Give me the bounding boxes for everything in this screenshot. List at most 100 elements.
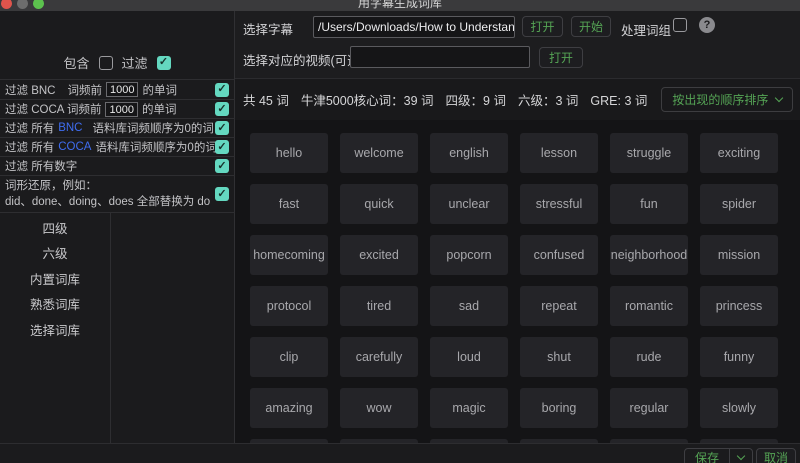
coca-zero-pre: 过滤 所有 (5, 142, 55, 154)
word-card[interactable]: rude (610, 337, 688, 377)
word-card[interactable]: sad (430, 286, 508, 326)
phrase-checkbox[interactable] (673, 18, 687, 32)
lemma-checkbox[interactable]: ✓ (215, 187, 229, 201)
word-card[interactable]: shut (520, 337, 598, 377)
bnc-link[interactable]: BNC (58, 122, 82, 134)
word-card[interactable]: fun (610, 184, 688, 224)
main-panel: 选择字幕 /Users/Downloads/How to Understan 打… (235, 11, 800, 443)
cet6-count: 六级：3 词 (517, 94, 579, 108)
word-card[interactable]: neighborhood (610, 235, 688, 275)
word-card[interactable]: funny (700, 337, 778, 377)
coca-freq-checkbox[interactable]: ✓ (215, 102, 229, 116)
word-card[interactable]: homecoming (250, 235, 328, 275)
word-grid: hello welcome english lesson struggle ex… (235, 120, 800, 443)
numbers-checkbox[interactable]: ✓ (215, 159, 229, 173)
word-card[interactable]: loud (430, 337, 508, 377)
bnc-freq-input[interactable]: 1000 (105, 82, 139, 97)
phrase-label: 处理词组 (621, 24, 672, 38)
filter-sidebar: 包含 过滤 ✓ 过滤 BNC 词频前 1000 的单词 ✓ 过滤 COCA 词频… (0, 11, 235, 443)
sidebar-item-select[interactable]: 选择词库 (0, 320, 110, 339)
coca-link[interactable]: COCA (58, 141, 91, 153)
open-subtitle-button[interactable]: 打开 (522, 16, 563, 37)
subtitle-label: 选择字幕 (243, 23, 294, 37)
save-label: 保存 (695, 450, 720, 463)
cancel-button[interactable]: 取消 (756, 448, 796, 463)
numbers-label: 过滤 所有数字 (5, 161, 78, 173)
filter-checkbox[interactable]: ✓ (156, 55, 171, 70)
word-card[interactable]: amazing (250, 388, 328, 428)
word-card[interactable]: welcome (340, 133, 418, 173)
bnc-zero-pre: 过滤 所有 (5, 123, 55, 135)
word-card[interactable]: spider (700, 184, 778, 224)
sort-order-dropdown[interactable]: 按出现的顺序排序 (661, 87, 794, 112)
filter-mode-row: 包含 过滤 ✓ (0, 53, 234, 72)
word-card[interactable]: quick (340, 184, 418, 224)
save-button[interactable]: 保存 (684, 448, 754, 463)
coca-freq-post: 的单词 (141, 104, 177, 116)
filter-row-coca-zero: 过滤 所有 COCA 语料库词频顺序为0的词 ✓ (0, 137, 235, 156)
coca-zero-checkbox[interactable]: ✓ (215, 140, 229, 154)
include-checkbox[interactable] (98, 55, 113, 70)
word-card[interactable]: tired (340, 286, 418, 326)
start-button[interactable]: 开始 (571, 16, 611, 37)
word-card[interactable]: fast (250, 184, 328, 224)
word-card[interactable]: exciting (700, 133, 778, 173)
coca-freq-input[interactable]: 1000 (105, 101, 138, 117)
word-card[interactable]: regular (610, 388, 688, 428)
bnc-freq-post: 的单词 (142, 84, 177, 97)
stats-bar: 共 45 词 牛津5000核心词：39 词 四级：9 词 六级：3 词 GRE:… (235, 79, 800, 120)
sidebar-item-known[interactable]: 熟悉词库 (0, 294, 110, 313)
bottom-bar: 保存 取消 (0, 443, 800, 463)
video-label: 选择对应的视频(可选) (243, 54, 364, 68)
chevron-down-icon (775, 93, 784, 103)
video-path-input[interactable] (350, 46, 530, 68)
sort-order-label: 按出现的顺序排序 (672, 93, 769, 107)
cet4-count: 四级：9 词 (445, 94, 506, 108)
word-card[interactable]: carefully (340, 337, 418, 377)
bnc-freq-checkbox[interactable]: ✓ (215, 82, 229, 97)
coca-zero-post: 语料库词频顺序为0的词 (95, 142, 217, 154)
word-card[interactable]: confused (520, 235, 598, 275)
subtitle-path-input[interactable]: /Users/Downloads/How to Understan (313, 16, 515, 38)
bnc-freq-pre: 过滤 BNC (5, 84, 56, 97)
word-card[interactable]: protocol (250, 286, 328, 326)
chevron-down-icon (736, 451, 746, 460)
word-card[interactable]: english (430, 133, 508, 173)
word-card[interactable]: slowly (700, 388, 778, 428)
word-card[interactable]: excited (340, 235, 418, 275)
word-card[interactable]: boring (520, 388, 598, 428)
word-card[interactable]: wow (340, 388, 418, 428)
filter-row-bnc-zero: 过滤 所有 BNC 语料库词频顺序为0的词 ✓ (0, 118, 235, 137)
word-card[interactable]: struggle (610, 133, 688, 173)
filter-row-numbers: 过滤 所有数字 ✓ (0, 156, 235, 175)
word-card[interactable]: repeat (520, 286, 598, 326)
sidebar-column-divider (110, 212, 111, 443)
lemma-line2: did、done、doing、does 全部替换为 do (5, 196, 211, 208)
include-label: 包含 (63, 56, 90, 71)
word-card[interactable]: princess (700, 286, 778, 326)
lemma-line1: 词形还原，例如： (5, 180, 97, 192)
word-card[interactable]: mission (700, 235, 778, 275)
word-card[interactable]: hello (250, 133, 328, 173)
word-card[interactable]: romantic (610, 286, 688, 326)
word-card[interactable]: magic (430, 388, 508, 428)
sidebar-item-cet6[interactable]: 六级 (0, 243, 110, 262)
title-bar: 用字幕生成词库 (0, 0, 800, 11)
bnc-freq-mid: 词频前 (67, 84, 102, 97)
save-dropdown-arrow[interactable] (729, 449, 752, 463)
oxford-count: 牛津5000核心词：39 词 (300, 94, 434, 108)
bnc-zero-checkbox[interactable]: ✓ (215, 121, 229, 135)
sidebar-item-builtin[interactable]: 内置词库 (0, 269, 110, 288)
filter-row-bnc-freq: 过滤 BNC 词频前 1000 的单词 ✓ (0, 79, 235, 99)
word-card[interactable]: lesson (520, 133, 598, 173)
open-video-button[interactable]: 打开 (539, 47, 583, 68)
word-card[interactable]: clip (250, 337, 328, 377)
sidebar-item-cet4[interactable]: 四级 (0, 218, 110, 237)
word-card[interactable]: stressful (520, 184, 598, 224)
word-card[interactable]: popcorn (430, 235, 508, 275)
help-icon[interactable]: ? (699, 17, 715, 33)
word-card[interactable]: unclear (430, 184, 508, 224)
bnc-zero-post: 语料库词频顺序为0的词 (92, 123, 214, 135)
window-title: 用字幕生成词库 (357, 0, 442, 10)
filter-row-lemma: 词形还原，例如： did、done、doing、does 全部替换为 do ✓ (0, 175, 235, 213)
